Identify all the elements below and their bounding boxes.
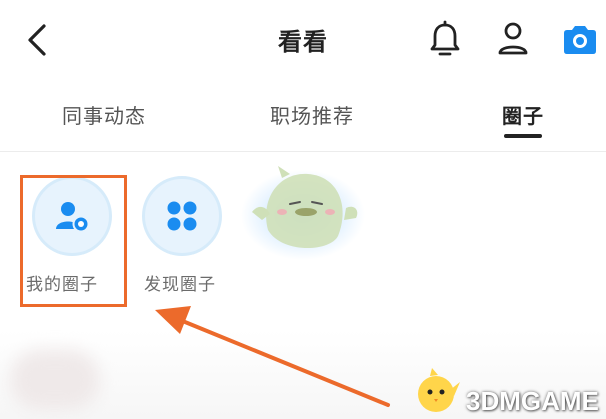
- discover-circle-icon: [167, 201, 197, 231]
- blurred-content: [10, 350, 100, 410]
- user-icon: [498, 22, 528, 55]
- watermark: 3DMGAME: [410, 362, 606, 419]
- watermark-text: 3DMGAME: [466, 386, 599, 416]
- tab-workplace-recommend[interactable]: 职场推荐: [270, 100, 354, 129]
- chick-mascot-icon: [418, 368, 460, 412]
- top-bar: 看看: [0, 0, 606, 80]
- bell-icon: [430, 20, 460, 56]
- tab-colleague-feed[interactable]: 同事动态: [62, 100, 146, 129]
- discover-circle-label: 发现圈子: [144, 275, 216, 295]
- tab-circles[interactable]: 圈子: [502, 100, 544, 129]
- highlight-box: [20, 175, 127, 307]
- chick-mascot-icon: [241, 166, 365, 260]
- active-tab-indicator: [504, 134, 542, 138]
- discover-circle-button[interactable]: [142, 176, 222, 256]
- profile-button[interactable]: [496, 20, 530, 58]
- camera-button[interactable]: [560, 20, 596, 58]
- tab-bar: 同事动态 职场推荐 圈子: [0, 90, 606, 146]
- notification-button[interactable]: [428, 20, 462, 58]
- camera-icon: [564, 26, 596, 54]
